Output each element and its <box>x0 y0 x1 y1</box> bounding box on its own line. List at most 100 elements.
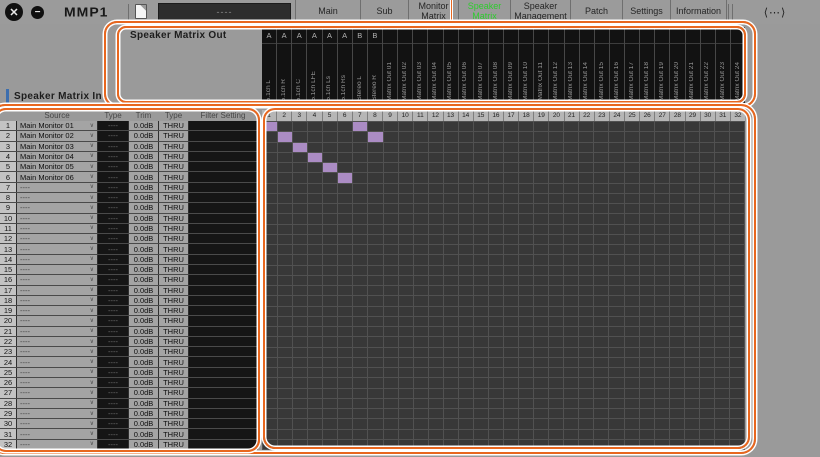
matrix-cell[interactable] <box>549 276 563 285</box>
matrix-cell[interactable] <box>353 163 367 172</box>
matrix-cell[interactable] <box>293 378 307 387</box>
matrix-cell[interactable] <box>414 173 428 182</box>
matrix-cell[interactable] <box>384 214 398 223</box>
matrix-cell[interactable] <box>459 143 473 152</box>
matrix-cell[interactable] <box>384 419 398 428</box>
matrix-cell[interactable] <box>338 317 352 326</box>
matrix-cell[interactable] <box>444 337 458 346</box>
matrix-cell[interactable] <box>384 173 398 182</box>
matrix-cell[interactable] <box>293 225 307 234</box>
matrix-cell[interactable] <box>519 276 533 285</box>
matrix-cell[interactable] <box>625 266 639 275</box>
matrix-cell[interactable] <box>338 143 352 152</box>
matrix-cell[interactable] <box>399 358 413 367</box>
matrix-cell[interactable] <box>700 337 714 346</box>
matrix-cell[interactable] <box>399 132 413 141</box>
matrix-cell[interactable] <box>579 122 593 131</box>
matrix-cell[interactable] <box>308 307 322 316</box>
matrix-cell[interactable] <box>429 307 443 316</box>
matrix-cell[interactable] <box>474 214 488 223</box>
filter-type-field[interactable]: THRU <box>159 337 188 346</box>
matrix-cell[interactable] <box>368 245 382 254</box>
matrix-cell[interactable] <box>263 286 277 295</box>
matrix-cell[interactable] <box>504 194 518 203</box>
matrix-cell[interactable] <box>414 430 428 439</box>
matrix-cell[interactable] <box>338 122 352 131</box>
matrix-cell[interactable] <box>293 399 307 408</box>
matrix-cell[interactable] <box>700 409 714 418</box>
matrix-cell[interactable] <box>625 419 639 428</box>
type-field[interactable]: ---- <box>98 121 128 130</box>
matrix-cell[interactable] <box>534 307 548 316</box>
matrix-cell[interactable] <box>625 348 639 357</box>
matrix-cell[interactable] <box>579 266 593 275</box>
matrix-cell[interactable] <box>263 184 277 193</box>
matrix-cell[interactable] <box>368 440 382 449</box>
matrix-cell[interactable] <box>534 317 548 326</box>
matrix-cell[interactable] <box>429 266 443 275</box>
type-field[interactable]: ---- <box>98 306 128 315</box>
matrix-cell[interactable] <box>640 419 654 428</box>
matrix-cell[interactable] <box>489 296 503 305</box>
matrix-cell[interactable] <box>474 317 488 326</box>
matrix-cell[interactable] <box>368 286 382 295</box>
matrix-cell[interactable] <box>338 358 352 367</box>
matrix-cell[interactable] <box>640 204 654 213</box>
matrix-cell[interactable] <box>730 143 744 152</box>
tab-information[interactable]: Information <box>671 0 727 24</box>
matrix-cell[interactable] <box>609 389 623 398</box>
matrix-cell[interactable] <box>278 317 292 326</box>
matrix-cell[interactable] <box>685 132 699 141</box>
tab-sub[interactable]: Sub <box>361 0 409 24</box>
matrix-cell[interactable] <box>368 358 382 367</box>
type-field[interactable]: ---- <box>98 224 128 233</box>
matrix-cell[interactable] <box>655 132 669 141</box>
matrix-cell[interactable] <box>594 153 608 162</box>
filter-setting-field[interactable] <box>189 183 257 192</box>
matrix-cell[interactable] <box>564 204 578 213</box>
matrix-cell[interactable] <box>670 235 684 244</box>
matrix-cell[interactable] <box>474 204 488 213</box>
matrix-cell[interactable] <box>353 337 367 346</box>
matrix-cell[interactable] <box>459 235 473 244</box>
filter-type-field[interactable]: THRU <box>159 183 188 192</box>
matrix-cell[interactable] <box>564 143 578 152</box>
filter-setting-field[interactable] <box>189 244 257 253</box>
matrix-cell[interactable] <box>730 153 744 162</box>
matrix-cell[interactable] <box>700 245 714 254</box>
matrix-cell[interactable] <box>308 143 322 152</box>
matrix-cell[interactable] <box>504 327 518 336</box>
matrix-cell[interactable] <box>609 194 623 203</box>
matrix-cell[interactable] <box>338 225 352 234</box>
matrix-cell[interactable] <box>534 225 548 234</box>
source-select[interactable]: ----∨ <box>17 296 97 305</box>
matrix-cell[interactable] <box>549 419 563 428</box>
matrix-cell[interactable] <box>594 399 608 408</box>
matrix-cell[interactable] <box>308 214 322 223</box>
matrix-cell[interactable] <box>384 276 398 285</box>
matrix-cell[interactable] <box>293 194 307 203</box>
matrix-cell[interactable] <box>579 378 593 387</box>
matrix-cell[interactable] <box>474 419 488 428</box>
trim-field[interactable]: 0.0dB <box>129 337 158 346</box>
matrix-cell[interactable] <box>353 358 367 367</box>
matrix-cell[interactable] <box>414 348 428 357</box>
matrix-cell[interactable] <box>730 307 744 316</box>
type-field[interactable]: ---- <box>98 244 128 253</box>
matrix-cell[interactable] <box>730 255 744 264</box>
matrix-cell[interactable] <box>670 348 684 357</box>
matrix-cell[interactable] <box>308 378 322 387</box>
matrix-cell[interactable] <box>323 204 337 213</box>
matrix-cell[interactable] <box>338 327 352 336</box>
matrix-cell[interactable] <box>489 327 503 336</box>
matrix-cell[interactable] <box>534 255 548 264</box>
matrix-cell[interactable] <box>700 430 714 439</box>
matrix-cell[interactable] <box>504 266 518 275</box>
matrix-cell[interactable] <box>293 153 307 162</box>
matrix-cell[interactable] <box>730 235 744 244</box>
matrix-cell[interactable] <box>474 153 488 162</box>
matrix-cell[interactable] <box>519 173 533 182</box>
matrix-cell[interactable] <box>399 153 413 162</box>
matrix-cell[interactable] <box>474 409 488 418</box>
matrix-cell[interactable] <box>504 348 518 357</box>
